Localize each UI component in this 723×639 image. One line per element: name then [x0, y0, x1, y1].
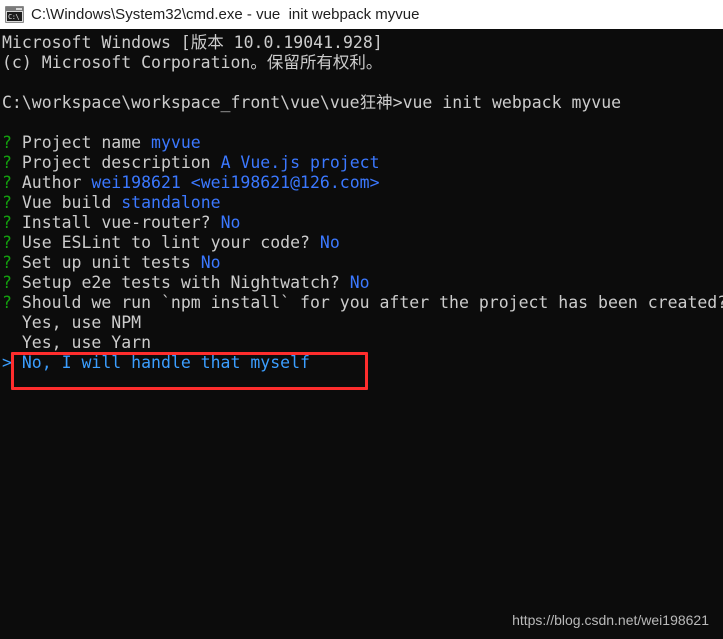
- question-marker-icon: ?: [2, 233, 22, 252]
- question-label: Vue build: [21, 193, 122, 212]
- option-label: Yes, use NPM: [21, 313, 142, 332]
- watermark-url: https://blog.csdn.net/wei198621: [512, 612, 709, 628]
- question-marker-icon: ?: [2, 193, 22, 212]
- window-title: C:\Windows\System32\cmd.exe - vue init w…: [31, 6, 420, 23]
- console-question-line: ? Vue build standalone: [2, 193, 723, 213]
- active-question-label: Should we run `npm install` for you afte…: [21, 293, 723, 312]
- question-marker-icon: ?: [2, 293, 22, 312]
- option-indent: [2, 313, 22, 332]
- question-label: Project name: [21, 133, 152, 152]
- question-marker-icon: ?: [2, 133, 22, 152]
- question-label: Project description: [21, 153, 221, 172]
- console-option[interactable]: Yes, use Yarn: [2, 333, 723, 353]
- console-output-area[interactable]: Microsoft Windows [版本 10.0.19041.928] (c)…: [0, 29, 723, 639]
- console-question-line: ? Project description A Vue.js project: [2, 153, 723, 173]
- console-option[interactable]: Yes, use NPM: [2, 313, 723, 333]
- question-answer: myvue: [151, 133, 201, 152]
- console-question-line: ? Author wei198621 <wei198621@126.com>: [2, 173, 723, 193]
- console-banner-line: (c) Microsoft Corporation。保留所有权利。: [2, 53, 723, 73]
- question-answer: standalone: [121, 193, 221, 212]
- question-answer: No: [220, 213, 241, 232]
- question-answer: wei198621 <wei198621@126.com>: [91, 173, 380, 192]
- question-marker-icon: ?: [2, 213, 22, 232]
- console-question-line: ? Set up unit tests No: [2, 253, 723, 273]
- question-label: Install vue-router?: [21, 213, 221, 232]
- entered-command: vue init webpack myvue: [402, 93, 622, 112]
- console-question-line: ? Setup e2e tests with Nightwatch? No: [2, 273, 723, 293]
- console-question-line: ? Install vue-router? No: [2, 213, 723, 233]
- cmd-window: C:\ C:\Windows\System32\cmd.exe - vue in…: [0, 0, 723, 639]
- option-label: No, I will handle that myself: [21, 353, 310, 372]
- question-marker-icon: ?: [2, 173, 22, 192]
- cmd-exe-icon: C:\: [5, 6, 24, 23]
- prompt-path: C:\workspace\workspace_front\vue\vue狂神>: [2, 93, 403, 112]
- question-label: Set up unit tests: [21, 253, 201, 272]
- console-text-lines: Microsoft Windows [版本 10.0.19041.928] (c)…: [2, 33, 723, 373]
- question-answer: No: [319, 233, 340, 252]
- question-label: Author: [21, 173, 92, 192]
- question-answer: No: [200, 253, 221, 272]
- console-option-selected[interactable]: > No, I will handle that myself: [2, 353, 723, 373]
- banner-text: Microsoft Windows [版本 10.0.19041.928]: [2, 33, 383, 52]
- option-indent: [2, 333, 22, 352]
- console-question-line: ? Use ESLint to lint your code? No: [2, 233, 723, 253]
- window-titlebar[interactable]: C:\ C:\Windows\System32\cmd.exe - vue in…: [0, 0, 723, 29]
- cmd-icon-screen-text: C:\: [7, 12, 22, 21]
- question-answer: No: [349, 273, 370, 292]
- banner-text: (c) Microsoft Corporation。保留所有权利。: [2, 53, 383, 72]
- question-answer: A Vue.js project: [220, 153, 380, 172]
- question-marker-icon: ?: [2, 253, 22, 272]
- option-label: Yes, use Yarn: [21, 333, 152, 352]
- console-active-question-line: ? Should we run `npm install` for you af…: [2, 293, 723, 313]
- console-prompt-line: C:\workspace\workspace_front\vue\vue狂神>v…: [2, 93, 723, 113]
- question-marker-icon: ?: [2, 273, 22, 292]
- cmd-icon-titlebar-stripe: [6, 7, 23, 11]
- question-marker-icon: ?: [2, 153, 22, 172]
- console-banner-line: Microsoft Windows [版本 10.0.19041.928]: [2, 33, 723, 53]
- question-label: Use ESLint to lint your code?: [21, 233, 320, 252]
- console-question-line: ? Project name myvue: [2, 133, 723, 153]
- question-label: Setup e2e tests with Nightwatch?: [21, 273, 350, 292]
- selection-cursor-icon: >: [2, 353, 22, 372]
